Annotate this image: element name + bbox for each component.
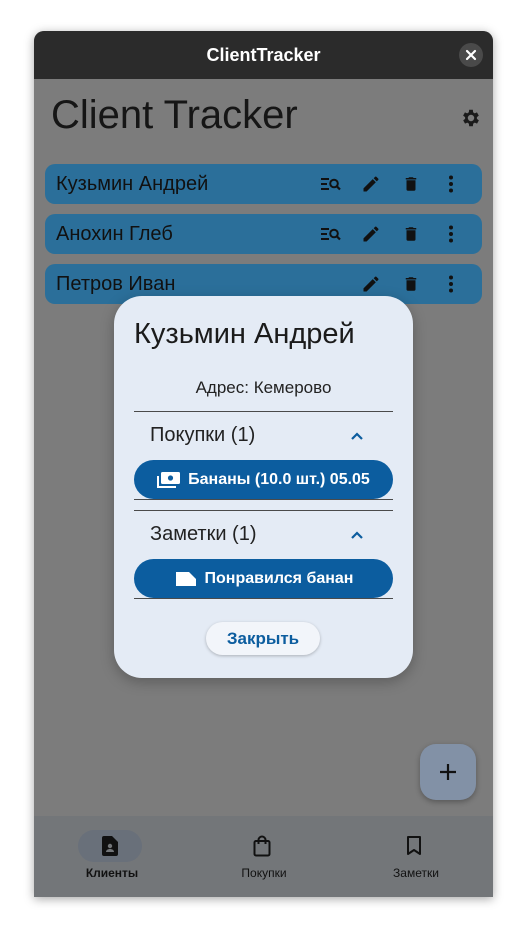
nav-item-notes[interactable]: Заметки xyxy=(356,816,476,897)
shopping-bag-icon xyxy=(250,834,274,858)
dialog-title: Кузьмин Андрей xyxy=(134,318,355,350)
note-chip[interactable]: Понравился банан xyxy=(134,559,393,598)
purchase-label: Бананы (10.0 шт.) 05.05 xyxy=(188,470,370,488)
nav-label: Клиенты xyxy=(85,866,139,880)
divider xyxy=(134,598,393,599)
delete-icon[interactable] xyxy=(399,222,423,246)
gear-icon xyxy=(463,109,479,127)
nav-label: Заметки xyxy=(393,866,439,880)
more-vert-icon[interactable] xyxy=(439,272,463,296)
client-doc-icon xyxy=(98,834,122,858)
edit-icon[interactable] xyxy=(359,272,383,296)
more-vert-icon[interactable] xyxy=(439,172,463,196)
note-label: Понравился банан xyxy=(204,569,354,587)
nav-item-purchases[interactable]: Покупки xyxy=(204,816,324,897)
bookmark-icon xyxy=(402,834,426,858)
bottom-navigation: Клиенты Покупки Заметки xyxy=(34,816,493,897)
note-icon xyxy=(174,569,198,589)
chevron-up-icon[interactable] xyxy=(347,426,367,446)
window-title: ClientTracker xyxy=(206,44,321,65)
more-vert-icon[interactable] xyxy=(439,222,463,246)
client-name: Анохин Глеб xyxy=(56,222,173,245)
details-search-icon[interactable] xyxy=(319,222,343,246)
page-title: Client Tracker xyxy=(51,93,298,137)
window-titlebar: ClientTracker xyxy=(34,31,493,79)
client-address: Адрес: Кемерово xyxy=(195,378,332,397)
notes-section-header[interactable]: Заметки (1) xyxy=(150,523,257,546)
settings-button[interactable] xyxy=(458,105,484,131)
client-name: Петров Иван xyxy=(56,272,176,295)
divider xyxy=(134,411,393,412)
purchases-section-header[interactable]: Покупки (1) xyxy=(150,424,255,447)
details-search-icon[interactable] xyxy=(319,172,343,196)
edit-icon[interactable] xyxy=(359,172,383,196)
window-close-button[interactable] xyxy=(459,43,483,67)
chevron-up-icon[interactable] xyxy=(347,525,367,545)
add-client-button[interactable] xyxy=(420,744,476,800)
divider xyxy=(134,510,393,511)
edit-icon[interactable] xyxy=(359,222,383,246)
divider xyxy=(134,499,393,500)
purchase-chip[interactable]: Бананы (10.0 шт.) 05.05 xyxy=(134,460,393,499)
close-dialog-button[interactable]: Закрыть xyxy=(206,622,320,655)
client-row[interactable]: Анохин Глеб xyxy=(45,214,482,254)
close-icon xyxy=(465,49,477,61)
client-details-dialog: Кузьмин Андрей Адрес: Кемерово Покупки (… xyxy=(114,296,413,678)
nav-label: Покупки xyxy=(241,866,287,880)
client-row[interactable]: Кузьмин Андрей xyxy=(45,164,482,204)
nav-item-clients[interactable]: Клиенты xyxy=(52,816,172,897)
delete-icon[interactable] xyxy=(399,272,423,296)
payments-icon xyxy=(157,470,181,490)
delete-icon[interactable] xyxy=(399,172,423,196)
client-name: Кузьмин Андрей xyxy=(56,172,209,195)
plus-icon xyxy=(440,764,456,780)
